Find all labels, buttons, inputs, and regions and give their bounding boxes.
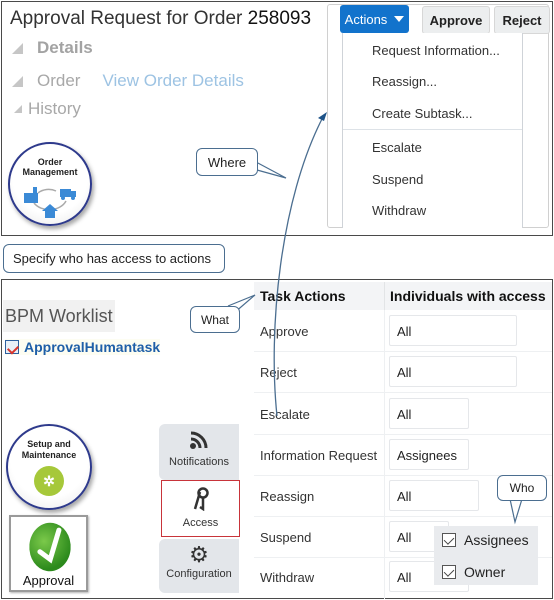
- table-row: Approve All: [254, 311, 552, 352]
- header-task-actions: Task Actions: [260, 288, 346, 304]
- factory-truck-home-icon: [24, 187, 76, 218]
- access-field[interactable]: All: [389, 356, 517, 387]
- expand-triangle-icon: [12, 42, 23, 54]
- checkbox-checked-icon[interactable]: [442, 565, 456, 579]
- view-order-details-link[interactable]: View Order Details: [102, 71, 243, 91]
- history-section-toggle[interactable]: History: [14, 99, 81, 119]
- option-label: Assignees: [464, 532, 529, 548]
- details-label: Details: [37, 38, 93, 57]
- tab-label: Notifications: [169, 456, 229, 468]
- access-field[interactable]: All: [389, 398, 469, 429]
- actions-label: Actions: [344, 11, 388, 27]
- tile-line1: Setup and: [27, 439, 71, 449]
- access-options-dropdown: Assignees Owner: [434, 526, 538, 585]
- menu-item-escalate[interactable]: Escalate: [372, 140, 422, 155]
- option-assignees[interactable]: Assignees: [442, 532, 529, 548]
- table-row: Information Request Assignees: [254, 435, 552, 476]
- history-label: History: [28, 99, 81, 118]
- keys-icon: [162, 487, 239, 517]
- task-action-label: Reject: [260, 365, 297, 380]
- header-divider: [384, 282, 385, 310]
- task-action-label: Reassign: [260, 489, 315, 504]
- actions-dropdown-menu: Request Information... Reassign... Creat…: [342, 33, 523, 228]
- title-text: Approval Request for Order: [10, 8, 243, 29]
- access-field[interactable]: All: [389, 315, 517, 346]
- table-row: Escalate All: [254, 394, 552, 435]
- tab-notifications[interactable]: Notifications: [159, 424, 239, 480]
- tab-label: Access: [182, 517, 219, 529]
- option-label: Owner: [464, 564, 506, 580]
- approval-label: Approval: [22, 573, 75, 588]
- order-management-tile[interactable]: Order Management: [8, 142, 92, 226]
- approve-button[interactable]: Approve: [422, 6, 490, 34]
- approval-humantask-link[interactable]: ApprovalHumantask: [5, 339, 161, 355]
- task-action-label: Escalate: [260, 407, 310, 422]
- menu-item-request-information[interactable]: Request Information...: [372, 43, 500, 58]
- task-action-label: Approve: [260, 324, 309, 339]
- approval-tile[interactable]: Approval: [9, 515, 88, 592]
- gears-icon: ✲: [34, 466, 64, 496]
- where-callout: Where: [196, 148, 258, 176]
- tab-access[interactable]: Access: [161, 480, 240, 537]
- bpm-worklist-title: BPM Worklist: [3, 300, 115, 332]
- page-title: Approval Request for Order 258093: [10, 8, 311, 30]
- actions-menu-button[interactable]: Actions: [340, 5, 409, 33]
- table-row: Reject All: [254, 352, 552, 393]
- tile-line1: Order: [37, 157, 63, 167]
- row-divider: [254, 392, 552, 393]
- access-field[interactable]: All: [389, 480, 479, 511]
- tab-configuration[interactable]: ⚙ Configuration: [159, 539, 239, 593]
- caret-down-icon: [394, 16, 405, 22]
- gear-icon: ⚙: [189, 542, 209, 567]
- rss-icon: [159, 430, 239, 456]
- header-individuals-with-access: Individuals with access: [390, 288, 546, 304]
- expand-triangle-icon: [12, 75, 23, 87]
- menu-item-reassign[interactable]: Reassign...: [372, 74, 437, 89]
- menu-item-create-subtask[interactable]: Create Subtask...: [372, 106, 472, 121]
- option-owner[interactable]: Owner: [442, 564, 505, 580]
- menu-item-withdraw[interactable]: Withdraw: [372, 203, 426, 218]
- checkmark-icon: [23, 518, 77, 576]
- task-action-label: Information Request: [260, 448, 378, 463]
- menu-divider: [343, 129, 522, 130]
- access-table-header: Task Actions Individuals with access: [254, 282, 552, 310]
- menu-item-suspend[interactable]: Suspend: [372, 172, 423, 187]
- setup-and-maintenance-tile[interactable]: Setup and Maintenance ✲: [6, 424, 92, 510]
- task-action-label: Withdraw: [260, 570, 315, 585]
- order-number: 258093: [247, 8, 312, 29]
- details-section-toggle[interactable]: Details: [12, 38, 93, 58]
- task-form-icon: [5, 340, 19, 354]
- task-link-text: ApprovalHumantask: [24, 339, 161, 355]
- order-label: Order: [37, 71, 81, 90]
- tab-label: Configuration: [166, 568, 232, 580]
- task-action-label: Suspend: [260, 530, 312, 545]
- access-field[interactable]: Assignees: [389, 439, 469, 470]
- expand-triangle-icon: [14, 105, 22, 113]
- specify-access-callout: Specify who has access to actions: [3, 244, 225, 273]
- what-callout: What: [190, 306, 240, 333]
- tile-line2: Maintenance: [21, 450, 77, 460]
- reject-button[interactable]: Reject: [494, 6, 550, 34]
- checkbox-checked-icon[interactable]: [442, 533, 456, 547]
- tile-line2: Management: [22, 167, 78, 177]
- order-section-toggle[interactable]: Order View Order Details: [12, 71, 244, 91]
- who-callout: Who: [497, 475, 547, 501]
